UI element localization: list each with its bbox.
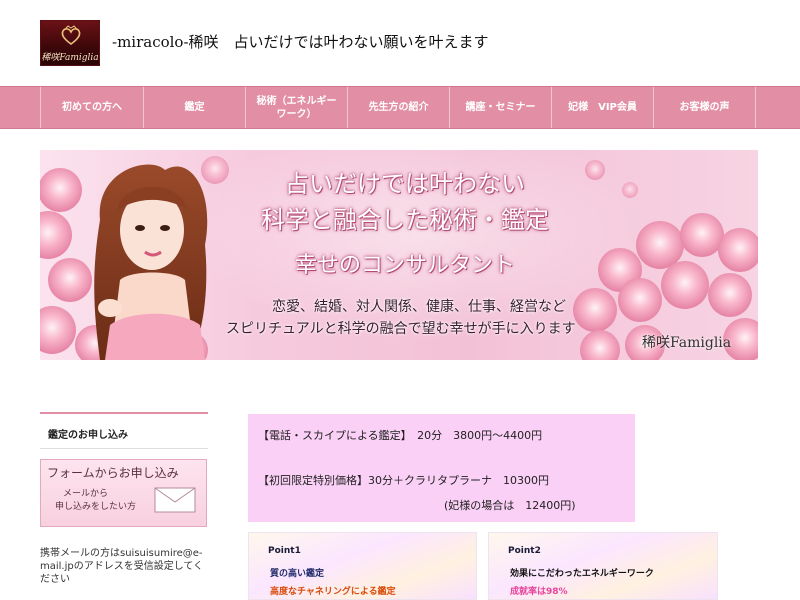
form-application-button[interactable]: フォームからお申し込み メールから 申し込みをしたい方 bbox=[40, 459, 207, 527]
pricing-box: 【電話・スカイプによる鑑定】 20分 3800円〜4400円 【初回限定特別価格… bbox=[248, 414, 635, 522]
point-card-1: Point1 質の高い鑑定 高度なチャネリングによる鑑定 bbox=[248, 532, 477, 600]
price-vip-note: (妃様の場合は 12400円) bbox=[444, 499, 576, 512]
nav-item-label: 秘術（エネルギーワーク） bbox=[256, 95, 337, 120]
woman-portrait bbox=[94, 164, 208, 360]
banner-subtext-2: スピリチュアルと科学の融合で望む幸せが手に入ります bbox=[226, 321, 576, 337]
nav-item-label: 初めての方へ bbox=[62, 102, 122, 113]
nav-item-energy-work[interactable]: 秘術（エネルギーワーク） bbox=[246, 87, 348, 128]
point-subtitle: 高度なチャネリングによる鑑定 bbox=[270, 587, 396, 597]
nav-item-testimonials[interactable]: お客様の声 bbox=[654, 87, 756, 128]
logo-text: 稀咲Famiglia bbox=[41, 53, 99, 63]
price-phone-skype: 【電話・スカイプによる鑑定】 20分 3800円〜4400円 bbox=[258, 429, 543, 442]
form-banner-line1: メールから bbox=[63, 489, 109, 499]
banner-brand: 稀咲Famiglia bbox=[642, 335, 732, 351]
nav-item-appraisal[interactable]: 鑑定 bbox=[144, 87, 246, 128]
main-nav: 初めての方へ 鑑定 秘術（エネルギーワーク） 先生方の紹介 講座・セミナー 妃様… bbox=[0, 86, 800, 129]
mail-setting-note: 携帯メールの方はsuisuisumire@e-mail.jpのアドレスを受信設定… bbox=[40, 548, 204, 585]
site-logo[interactable]: 稀咲Famiglia bbox=[40, 20, 100, 66]
banner-headline-3: 幸せのコンサルタント bbox=[294, 253, 515, 278]
heart-crown-icon bbox=[61, 25, 81, 45]
nav-item-label: 講座・セミナー bbox=[465, 102, 536, 113]
nav-item-label: お客様の声 bbox=[679, 102, 730, 113]
nav-item-teachers[interactable]: 先生方の紹介 bbox=[348, 87, 450, 128]
nav-item-label: 鑑定 bbox=[184, 102, 205, 113]
point-title: 質の高い鑑定 bbox=[270, 569, 325, 579]
point-card-2: Point2 効果にこだわったエネルギーワーク 成就率は98% bbox=[488, 532, 718, 600]
sidebar-heading: 鑑定のお申し込み bbox=[40, 414, 208, 449]
hero-banner[interactable]: 占いだけでは叶わない 科学と融合した秘術・鑑定 幸せのコンサルタント 恋愛、結婚… bbox=[40, 150, 758, 360]
point-subtitle: 成就率は98% bbox=[510, 587, 568, 597]
envelope-icon bbox=[154, 487, 196, 513]
point-label: Point2 bbox=[508, 546, 541, 556]
banner-headline-1: 占いだけでは叶わない bbox=[285, 170, 525, 198]
site-header: 稀咲Famiglia -miracolo-稀咲 占いだけでは叶わない願いを叶えま… bbox=[0, 0, 800, 86]
banner-subtext-1: 恋愛、結婚、対人関係、健康、仕事、経営など bbox=[272, 299, 566, 315]
sidebar: 鑑定のお申し込み フォームからお申し込み メールから 申し込みをしたい方 携帯メ… bbox=[40, 412, 208, 586]
form-banner-line2: 申し込みをしたい方 bbox=[55, 502, 137, 512]
point-label: Point1 bbox=[268, 546, 301, 556]
price-first-time: 【初回限定特別価格】30分＋クラリタプラーナ 10300円 bbox=[258, 474, 549, 487]
site-title[interactable]: -miracolo-稀咲 占いだけでは叶わない願いを叶えます bbox=[112, 31, 489, 52]
nav-item-vip[interactable]: 妃様 VIP会員 bbox=[552, 87, 654, 128]
nav-item-label: 妃様 VIP会員 bbox=[568, 102, 637, 113]
point-title: 効果にこだわったエネルギーワーク bbox=[510, 569, 654, 579]
nav-item-seminar[interactable]: 講座・セミナー bbox=[450, 87, 552, 128]
nav-item-first-time[interactable]: 初めての方へ bbox=[40, 87, 144, 128]
banner-headline-2: 科学と融合した秘術・鑑定 bbox=[261, 206, 549, 234]
nav-item-label: 先生方の紹介 bbox=[368, 102, 429, 113]
form-banner-title: フォームからお申し込み bbox=[47, 466, 179, 480]
